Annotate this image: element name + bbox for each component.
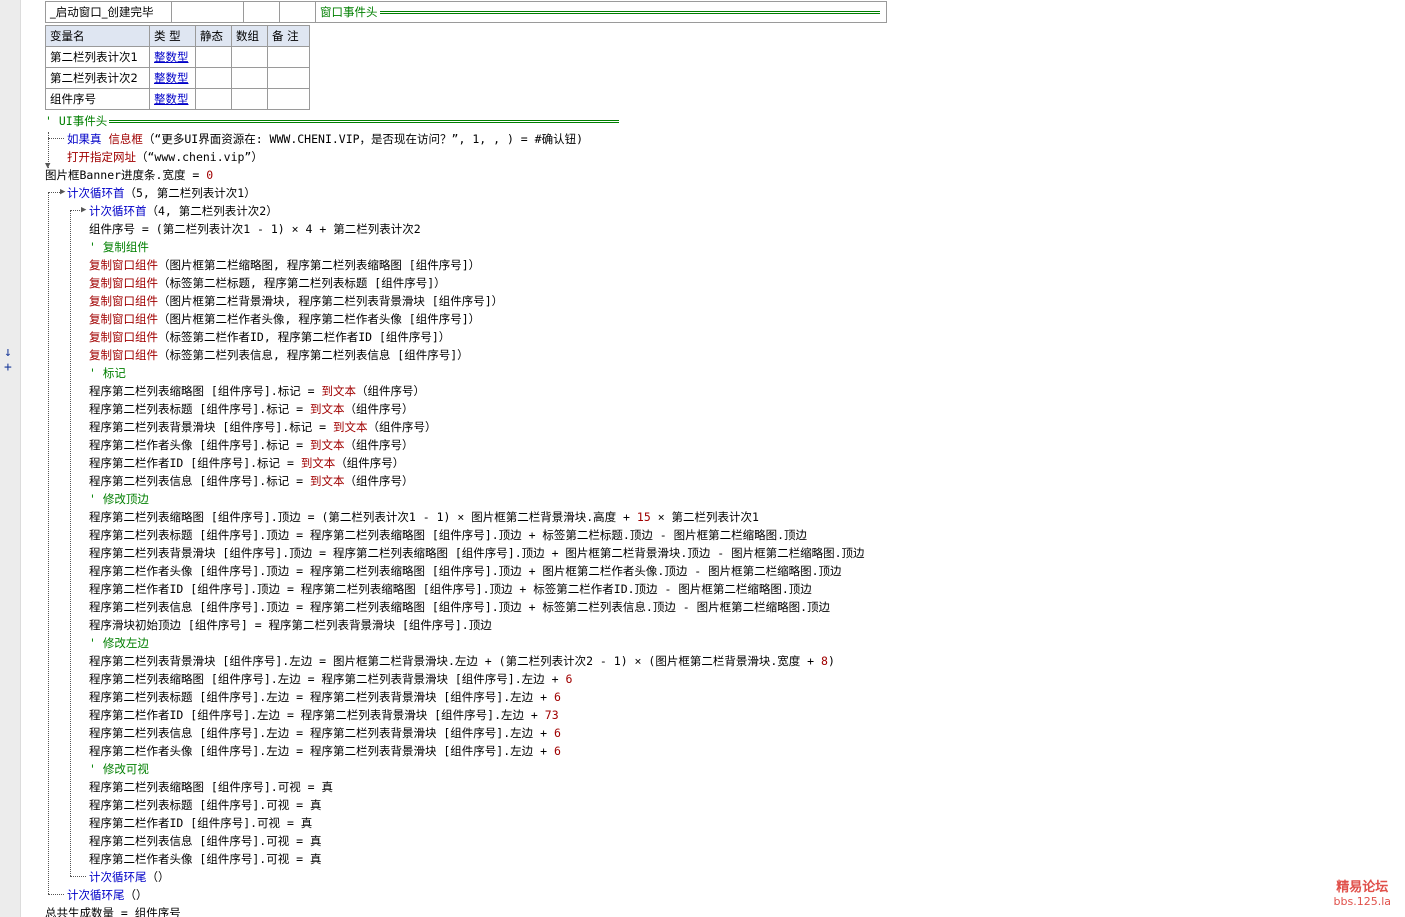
code-line[interactable]: 程序第二栏列表背景滑块 [组件序号].顶边 = 程序第二栏列表缩略图 [组件序号…	[89, 544, 865, 562]
loop-arrow-icon[interactable]: ▶	[60, 188, 65, 197]
table-row: 组件序号 整数型	[45, 88, 310, 110]
code-line[interactable]: 程序第二栏列表信息 [组件序号].左边 = 程序第二栏列表背景滑块 [组件序号]…	[89, 724, 561, 742]
table-row: 第二栏列表计次1 整数型	[45, 46, 310, 68]
var-name-cell[interactable]: 第二栏列表计次2	[45, 67, 150, 89]
code-line[interactable]: 程序第二栏作者ID [组件序号].左边 = 程序第二栏列表背景滑块 [组件序号]…	[89, 706, 559, 724]
code-line[interactable]: 程序第二栏作者ID [组件序号].可视 = 真	[89, 814, 312, 832]
col-header-static: 静态	[195, 25, 232, 47]
code-line[interactable]: 打开指定网址（“www.cheni.vip”）	[67, 148, 263, 166]
code-line[interactable]: 程序第二栏列表标题 [组件序号].可视 = 真	[89, 796, 321, 814]
code-line[interactable]: 程序滑块初始顶边 [组件序号] = 程序第二栏列表背景滑块 [组件序号].顶边	[89, 616, 492, 634]
code-line[interactable]: 程序第二栏列表标题 [组件序号].标记 = 到文本（组件序号）	[89, 400, 413, 418]
code-line[interactable]: 程序第二栏列表缩略图 [组件序号].标记 = 到文本（组件序号）	[89, 382, 425, 400]
watermark-url: bbs.125.la	[1333, 895, 1391, 908]
var-array-cell[interactable]	[231, 46, 268, 68]
var-static-cell[interactable]	[195, 88, 232, 110]
tree-guide	[48, 894, 64, 895]
code-line[interactable]: 计次循环首（5, 第二栏列表计次1）	[67, 184, 256, 202]
code-line[interactable]: ' 修改可视	[89, 760, 149, 778]
event-header-rule	[379, 11, 880, 14]
code-line[interactable]: 程序第二栏列表标题 [组件序号].左边 = 程序第二栏列表背景滑块 [组件序号]…	[89, 688, 561, 706]
code-line[interactable]: 程序第二栏列表背景滑块 [组件序号].标记 = 到文本（组件序号）	[89, 418, 436, 436]
code-line[interactable]: 复制窗口组件（图片框第二栏背景滑块, 程序第二栏列表背景滑块 [组件序号]）	[89, 292, 503, 310]
code-line[interactable]: 计次循环首（4, 第二栏列表计次2）	[89, 202, 278, 220]
code-line[interactable]: 图片框Banner进度条.宽度 = 0	[45, 166, 213, 184]
var-note-cell[interactable]	[267, 46, 310, 68]
code-line[interactable]: 程序第二栏列表信息 [组件序号].顶边 = 程序第二栏列表缩略图 [组件序号].…	[89, 598, 830, 616]
tree-guide	[70, 876, 86, 877]
window-event-header: 窗口事件头	[315, 1, 887, 23]
code-line[interactable]: 程序第二栏作者头像 [组件序号].左边 = 程序第二栏列表背景滑块 [组件序号]…	[89, 742, 561, 760]
ui-event-rule	[109, 120, 620, 123]
code-line[interactable]: 程序第二栏作者头像 [组件序号].标记 = 到文本（组件序号）	[89, 436, 413, 454]
var-name-cell[interactable]: 第二栏列表计次1	[45, 46, 150, 68]
code-line[interactable]: 程序第二栏列表缩略图 [组件序号].左边 = 程序第二栏列表背景滑块 [组件序号…	[89, 670, 572, 688]
code-line[interactable]: ' 标记	[89, 364, 126, 382]
editor-gutter: ↓ +	[0, 0, 21, 917]
code-line[interactable]: 总共生成数量 = 组件序号	[45, 904, 181, 917]
code-line[interactable]: 组件序号 = (第二栏列表计次1 - 1) × 4 + 第二栏列表计次2	[89, 220, 421, 238]
col-header-name: 变量名	[45, 25, 150, 47]
code-line[interactable]: 程序第二栏列表标题 [组件序号].顶边 = 程序第二栏列表缩略图 [组件序号].…	[89, 526, 807, 544]
code-line[interactable]: 程序第二栏作者ID [组件序号].顶边 = 程序第二栏列表缩略图 [组件序号].…	[89, 580, 812, 598]
code-line[interactable]: 程序第二栏作者ID [组件序号].标记 = 到文本（组件序号）	[89, 454, 404, 472]
code-line[interactable]: 计次循环尾（）	[67, 886, 148, 904]
var-type-link[interactable]: 整数型	[149, 67, 196, 89]
col-header-note: 备 注	[267, 25, 310, 47]
var-note-cell[interactable]	[267, 67, 310, 89]
var-static-cell[interactable]	[195, 67, 232, 89]
code-line[interactable]: 复制窗口组件（标签第二栏作者ID, 程序第二栏作者ID [组件序号]）	[89, 328, 450, 346]
code-line[interactable]: 复制窗口组件（图片框第二栏缩略图, 程序第二栏列表缩略图 [组件序号]）	[89, 256, 480, 274]
col-header-array: 数组	[231, 25, 268, 47]
code-line[interactable]: 程序第二栏列表信息 [组件序号].可视 = 真	[89, 832, 321, 850]
var-static-cell[interactable]	[195, 46, 232, 68]
table-row: 第二栏列表计次2 整数型	[45, 67, 310, 89]
code-line[interactable]: 程序第二栏列表信息 [组件序号].标记 = 到文本（组件序号）	[89, 472, 413, 490]
tree-guide	[48, 192, 49, 894]
subroutine-name[interactable]: _启动窗口_创建完毕	[45, 1, 172, 23]
code-line[interactable]: 程序第二栏列表缩略图 [组件序号].可视 = 真	[89, 778, 333, 796]
code-line[interactable]: 复制窗口组件（标签第二栏列表信息, 程序第二栏列表信息 [组件序号]）	[89, 346, 469, 364]
code-line[interactable]: 程序第二栏作者头像 [组件序号].可视 = 真	[89, 850, 321, 868]
code-line[interactable]: ' 复制组件	[89, 238, 149, 256]
forum-watermark: 精易论坛 bbs.125.la	[1334, 876, 1391, 908]
subroutine-cell[interactable]	[171, 1, 244, 23]
watermark-title: 精易论坛	[1336, 880, 1389, 895]
subroutine-cell[interactable]	[279, 1, 316, 23]
code-line[interactable]: ' 修改顶边	[89, 490, 149, 508]
code-line[interactable]: 复制窗口组件（图片框第二栏作者头像, 程序第二栏作者头像 [组件序号]）	[89, 310, 480, 328]
variable-table: 变量名 类 型 静态 数组 备 注 第二栏列表计次1 整数型 第二栏列表计次2 …	[45, 25, 310, 110]
var-name-cell[interactable]: 组件序号	[45, 88, 150, 110]
gutter-marker-icon[interactable]: ↓ +	[4, 345, 20, 375]
var-note-cell[interactable]	[267, 88, 310, 110]
code-line[interactable]: ' UI事件头	[45, 112, 620, 130]
code-line[interactable]: ' 修改左边	[89, 634, 149, 652]
var-array-cell[interactable]	[231, 88, 268, 110]
code-line[interactable]: 计次循环尾（）	[89, 868, 170, 886]
code-line[interactable]: 程序第二栏列表背景滑块 [组件序号].左边 = 图片框第二栏背景滑块.左边 + …	[89, 652, 835, 670]
var-array-cell[interactable]	[231, 67, 268, 89]
var-type-link[interactable]: 整数型	[149, 88, 196, 110]
tree-guide	[70, 210, 71, 876]
tree-guide	[48, 192, 60, 193]
var-type-link[interactable]: 整数型	[149, 46, 196, 68]
loop-arrow-icon[interactable]: ▶	[81, 206, 86, 215]
code-line[interactable]: 如果真 信息框（“更多UI界面资源在: WWW.CHENI.VIP，是否现在访问…	[67, 130, 583, 148]
code-line[interactable]: 复制窗口组件（标签第二栏标题, 程序第二栏列表标题 [组件序号]）	[89, 274, 446, 292]
tree-guide	[48, 138, 64, 139]
col-header-type: 类 型	[149, 25, 196, 47]
subroutine-header-table: _启动窗口_创建完毕 窗口事件头	[45, 1, 887, 23]
subroutine-cell[interactable]	[243, 1, 280, 23]
code-line[interactable]: 程序第二栏列表缩略图 [组件序号].顶边 = (第二栏列表计次1 - 1) × …	[89, 508, 759, 526]
code-line[interactable]: 程序第二栏作者头像 [组件序号].顶边 = 程序第二栏列表缩略图 [组件序号].…	[89, 562, 842, 580]
